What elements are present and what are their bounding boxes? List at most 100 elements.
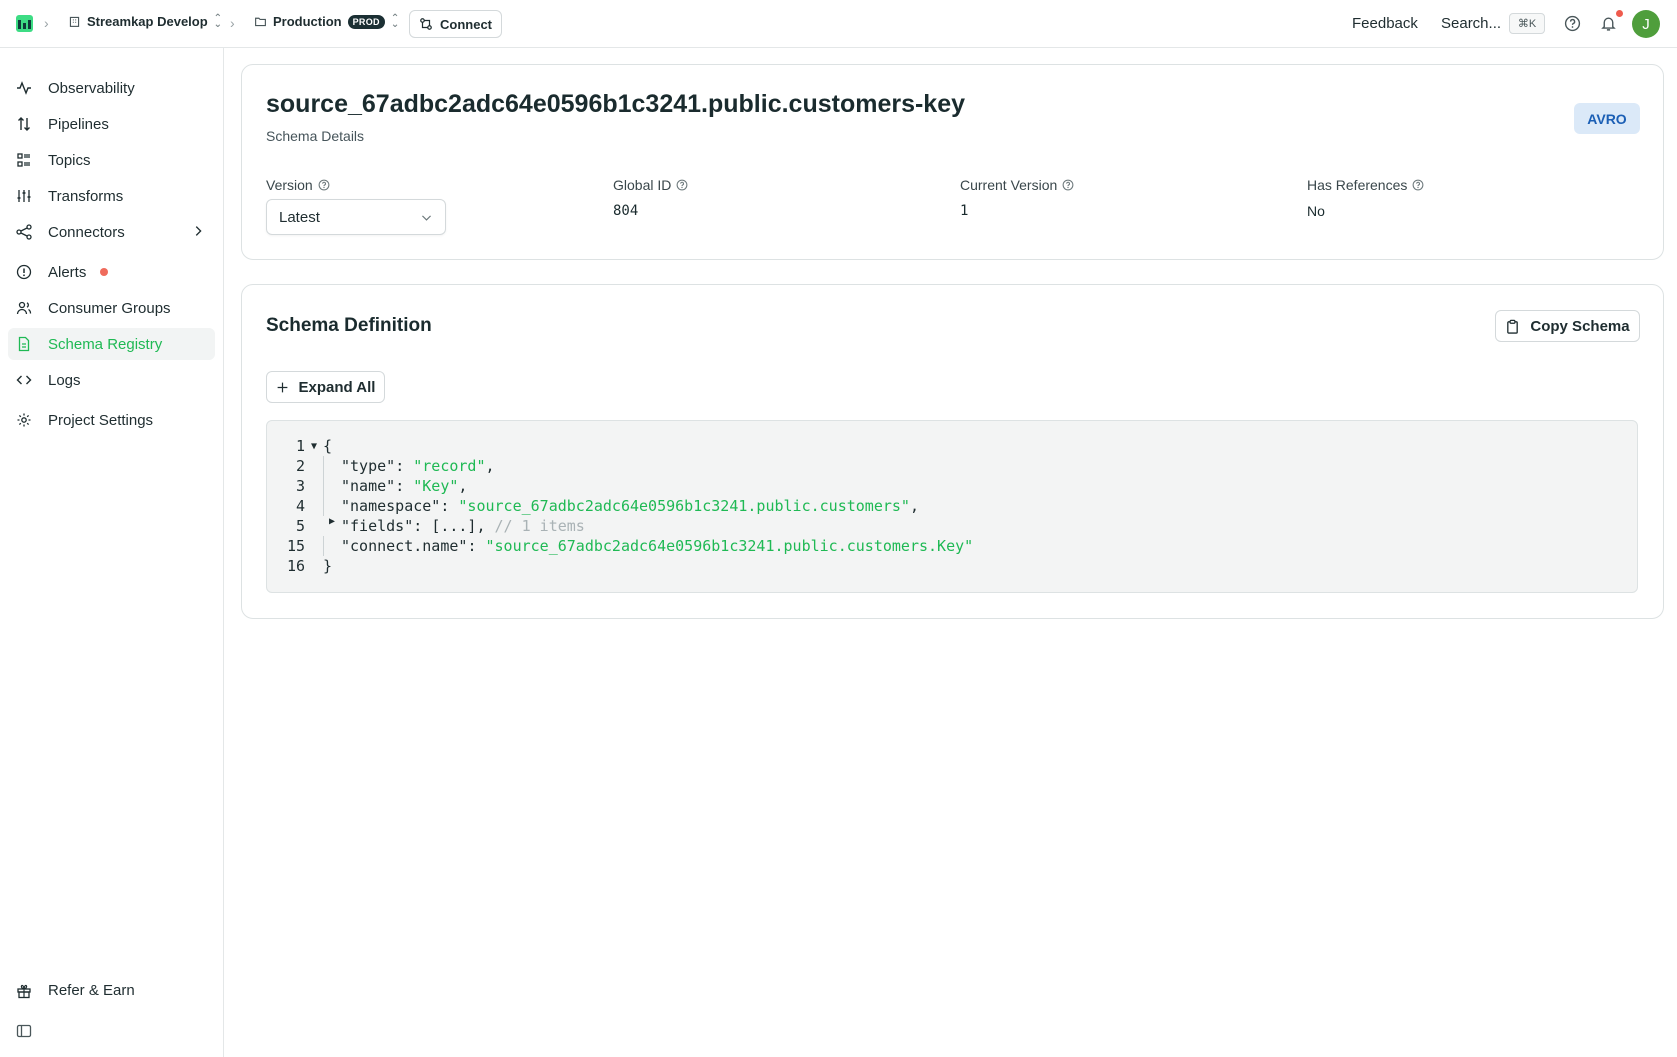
code-line: 2 "type": "record", <box>267 456 1637 476</box>
plus-icon <box>277 382 287 392</box>
schema-definition-card: Schema Definition Copy Schema Expand All… <box>241 284 1664 619</box>
code-key: "name" <box>341 477 396 495</box>
version-select[interactable]: Latest <box>266 199 446 235</box>
code-line: 16 } <box>267 556 1637 576</box>
share-nodes-icon <box>16 224 32 240</box>
code-key: "fields" <box>341 517 414 535</box>
global-id-value: 804 <box>613 203 639 219</box>
expand-all-button[interactable]: Expand All <box>266 371 385 403</box>
code-comment: // 1 items <box>494 517 585 535</box>
line-number: 1 <box>295 437 305 455</box>
sidebar-item-label: Connectors <box>48 223 125 241</box>
connect-button[interactable]: Connect <box>409 10 502 38</box>
sidebar-item-label: Observability <box>48 79 135 97</box>
avatar[interactable]: J <box>1632 10 1660 38</box>
sliders-icon <box>17 190 31 202</box>
sidebar-item-label: Consumer Groups <box>48 299 171 317</box>
refer-and-earn-link[interactable]: Refer & Earn <box>16 982 135 999</box>
gear-icon <box>17 413 31 427</box>
help-icon[interactable] <box>1412 179 1424 191</box>
code-collapsed[interactable]: [...], <box>431 517 485 535</box>
code-string: "source_67adbc2adc64e0596b1c3241.public.… <box>458 497 910 515</box>
feedback-link[interactable]: Feedback <box>1352 15 1418 32</box>
connect-label: Connect <box>440 16 492 32</box>
streamkap-logo[interactable] <box>16 15 33 32</box>
sidebar-item-pipelines[interactable]: Pipelines <box>8 108 215 140</box>
code-punct: , <box>485 457 495 475</box>
chevron-down-icon <box>422 214 431 221</box>
arrows-up-down-icon <box>18 117 30 131</box>
code-key: "type" <box>341 457 396 475</box>
sidebar-item-schema-registry[interactable]: Schema Registry <box>8 328 215 360</box>
sidebar-item-topics[interactable]: Topics <box>8 144 215 176</box>
line-number: 15 <box>286 537 305 555</box>
code-line: 15 "connect.name": "source_67adbc2adc64e… <box>267 536 1637 556</box>
chevron-right-icon <box>195 226 202 236</box>
breadcrumb-separator-icon: › <box>230 15 235 31</box>
current-version-value: 1 <box>960 203 969 219</box>
sidebar-item-connectors[interactable]: Connectors <box>8 216 215 248</box>
sidebar-item-observability[interactable]: Observability <box>8 72 215 104</box>
help-icon[interactable] <box>1062 179 1074 191</box>
environment-name: Production <box>273 14 342 29</box>
line-number: 3 <box>295 477 305 495</box>
page-subtitle: Schema Details <box>266 128 365 144</box>
sidebar: Observability Pipelines Topics Transform… <box>0 48 224 1057</box>
indent-guide <box>323 536 341 556</box>
environment-badge: PROD <box>347 14 385 29</box>
notification-dot <box>1616 10 1623 17</box>
sidebar-item-label: Schema Registry <box>48 335 163 353</box>
sidebar-item-alerts[interactable]: Alerts <box>8 256 215 288</box>
search-trigger[interactable]: Search... <box>1441 15 1501 32</box>
version-label-row: Version <box>266 177 446 193</box>
code-string: "Key" <box>413 477 459 495</box>
chevron-up-down-icon: ⌃ ⌄ <box>213 12 223 30</box>
code-line: 4 "namespace": "source_67adbc2adc64e0596… <box>267 496 1637 516</box>
code-punct: , <box>909 497 919 515</box>
copy-schema-button[interactable]: Copy Schema <box>1495 310 1640 342</box>
code-string: "source_67adbc2adc64e0596b1c3241.public.… <box>485 537 974 555</box>
help-icon[interactable] <box>676 179 688 191</box>
code-punct: , <box>458 477 468 495</box>
sidebar-item-transforms[interactable]: Transforms <box>8 180 215 212</box>
list-icon <box>17 153 30 167</box>
code-key: "connect.name" <box>341 537 468 555</box>
sidebar-item-label: Alerts <box>48 263 87 281</box>
sidebar-item-label: Project Settings <box>48 411 154 429</box>
collapse-toggle-icon[interactable]: ▼ <box>305 441 323 452</box>
section-title: Schema Definition <box>266 315 432 336</box>
clipboard-icon <box>1507 319 1519 334</box>
global-id-label: Global ID <box>613 177 672 193</box>
has-references-value: No <box>1307 203 1325 219</box>
environment-switcher[interactable]: Production PROD ⌃ ⌄ <box>254 13 399 29</box>
users-icon <box>16 301 32 315</box>
code-text: { <box>323 437 333 455</box>
indent-guide <box>323 496 341 516</box>
code-text: } <box>323 557 333 575</box>
sidebar-item-label: Transforms <box>48 187 124 205</box>
version-select-value: Latest <box>279 208 320 226</box>
folder-icon <box>255 17 266 27</box>
activity-icon <box>17 81 31 95</box>
global-id-field: Global ID 804 <box>613 177 688 219</box>
sidebar-item-project-settings[interactable]: Project Settings <box>8 404 215 436</box>
line-number: 5 <box>295 517 305 535</box>
org-switcher[interactable]: Streamkap Develop ⌃ ⌄ <box>68 12 223 30</box>
has-references-label-row: Has References <box>1307 177 1424 193</box>
global-id-label-row: Global ID <box>613 177 688 193</box>
format-badge: AVRO <box>1574 103 1640 134</box>
collapse-sidebar-button[interactable] <box>16 1023 32 1039</box>
expand-toggle-icon[interactable]: ▶ <box>323 516 341 536</box>
line-number: 4 <box>295 497 305 515</box>
help-icon[interactable] <box>318 179 330 191</box>
sidebar-item-logs[interactable]: Logs <box>8 364 215 396</box>
has-references-label: Has References <box>1307 177 1408 193</box>
code-line: 1 ▼ { <box>267 436 1637 456</box>
page-title: source_67adbc2adc64e0596b1c3241.public.c… <box>266 90 966 118</box>
help-icon[interactable] <box>1564 15 1581 32</box>
breadcrumb-separator-icon: › <box>44 15 49 31</box>
sidebar-item-consumer-groups[interactable]: Consumer Groups <box>8 292 215 324</box>
sidebar-toggle-icon <box>16 1024 32 1038</box>
alert-indicator-dot <box>100 268 109 276</box>
bell-icon[interactable] <box>1600 15 1617 32</box>
